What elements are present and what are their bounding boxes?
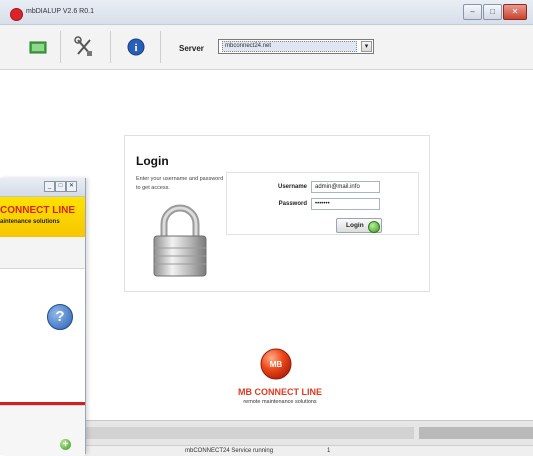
- credentials-form: Username admin@mail.info Password ••••••…: [226, 172, 419, 235]
- background-list: [0, 405, 85, 455]
- brand-logo: MB: [260, 348, 292, 380]
- chevron-down-icon[interactable]: ▾: [361, 41, 372, 52]
- window-title: mbDIALUP V2.6 R0.1: [26, 8, 94, 15]
- padlock-icon: [153, 204, 207, 277]
- add-icon[interactable]: +: [60, 439, 71, 450]
- toolbar-separator: [160, 31, 161, 63]
- background-window[interactable]: _ □ ✕ CONNECT LINE aintenance solutions …: [0, 178, 86, 455]
- background-brand-banner: CONNECT LINE aintenance solutions: [0, 197, 85, 237]
- connect-button[interactable]: [18, 30, 56, 64]
- server-select[interactable]: mbconnect24.net ▾: [218, 39, 374, 54]
- bg-banner-title: CONNECT LINE: [0, 205, 75, 216]
- login-title: Login: [136, 154, 169, 168]
- password-field[interactable]: •••••••: [311, 198, 380, 210]
- brand-tagline: remote maintenance solutions: [243, 399, 317, 405]
- status-count: 1: [327, 448, 331, 454]
- bg-minimize-button[interactable]: _: [44, 181, 55, 192]
- toolbar-separator: [60, 31, 61, 63]
- status-strip: [84, 427, 414, 439]
- go-arrow-icon: [368, 221, 380, 233]
- password-label: Password: [278, 201, 307, 207]
- minimize-button[interactable]: –: [463, 4, 482, 20]
- window-controls: – □ ✕: [463, 4, 527, 20]
- svg-text:MB: MB: [270, 360, 283, 369]
- maximize-button[interactable]: □: [483, 4, 502, 20]
- background-window-titlebar[interactable]: _ □ ✕: [0, 178, 85, 197]
- help-icon[interactable]: ?: [47, 304, 73, 330]
- status-cell: mbCONNECT24 Service running 1: [84, 445, 533, 456]
- background-toolbar: [0, 237, 85, 269]
- tools-icon: [74, 36, 92, 56]
- login-button[interactable]: Login: [336, 218, 382, 233]
- connect-icon: [29, 41, 47, 54]
- server-label: Server: [179, 44, 204, 53]
- bg-maximize-button[interactable]: □: [55, 181, 66, 192]
- title-bar: mbDIALUP V2.6 R0.1 – □ ✕: [0, 0, 533, 25]
- toolbar-separator: [110, 31, 111, 63]
- info-button[interactable]: i: [117, 30, 155, 64]
- service-status-text: mbCONNECT24 Service running: [185, 448, 274, 454]
- app-logo-icon: [10, 8, 23, 21]
- login-description: Enter your username and password to get …: [136, 176, 224, 191]
- status-strip-right: [419, 427, 533, 439]
- info-icon: i: [127, 38, 145, 56]
- username-label: Username: [277, 184, 307, 190]
- close-button[interactable]: ✕: [503, 4, 527, 20]
- login-panel: Login Enter your username and password t…: [124, 135, 430, 292]
- tools-button[interactable]: [65, 30, 103, 64]
- server-select-value: mbconnect24.net: [222, 41, 357, 52]
- brand-name: MB CONNECT LINE: [238, 387, 322, 397]
- username-field[interactable]: admin@mail.info: [311, 181, 380, 193]
- bg-banner-tagline: aintenance solutions: [0, 219, 60, 225]
- bg-close-button[interactable]: ✕: [66, 181, 77, 192]
- login-button-label: Login: [346, 222, 364, 229]
- toolbar: i Server mbconnect24.net ▾: [0, 25, 533, 70]
- svg-text:i: i: [134, 42, 137, 54]
- status-bar: mbCONNECT24 Service running 1: [84, 420, 533, 456]
